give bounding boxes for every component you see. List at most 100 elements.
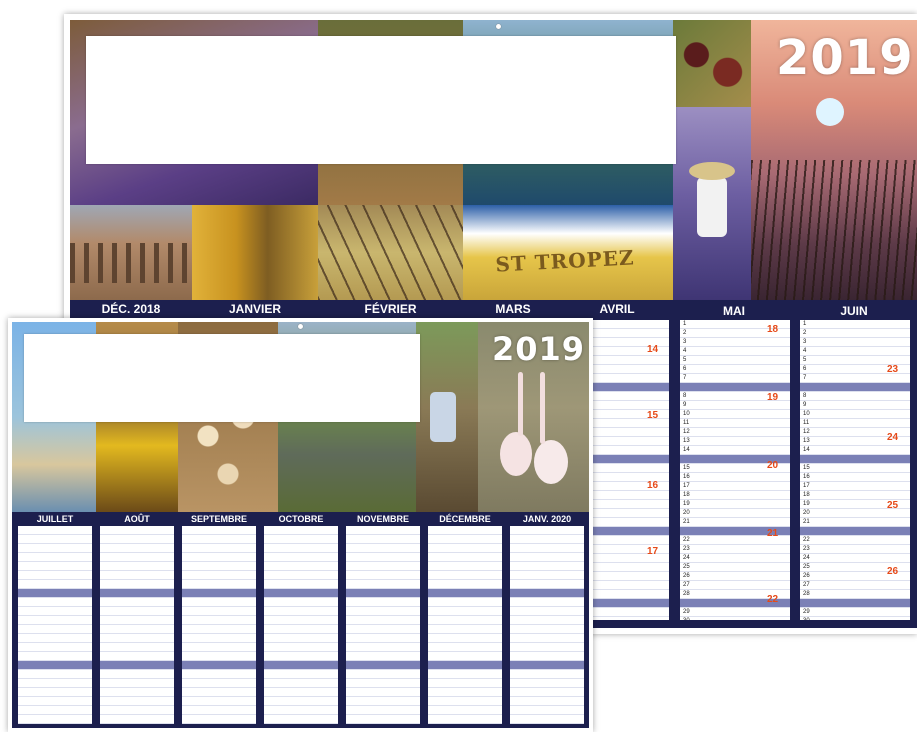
day-row xyxy=(264,535,338,544)
day-number: 10 xyxy=(803,411,810,417)
day-number: 8 xyxy=(683,393,687,399)
day-number: 17 xyxy=(803,483,810,489)
day-row xyxy=(182,670,256,679)
day-number: 18 xyxy=(683,492,690,498)
day-row xyxy=(346,616,420,625)
day-row xyxy=(428,580,502,589)
day-row xyxy=(346,643,420,652)
day-row xyxy=(346,697,420,706)
day-row: 7 xyxy=(800,374,910,383)
day-row xyxy=(346,607,420,616)
month-column-septembre xyxy=(182,526,256,724)
week-separator xyxy=(680,383,790,392)
day-row xyxy=(100,535,174,544)
week-separator xyxy=(593,527,669,536)
day-row xyxy=(18,706,92,715)
day-number: 10 xyxy=(683,411,690,417)
day-row xyxy=(593,428,669,437)
day-row xyxy=(428,652,502,661)
day-row xyxy=(264,571,338,580)
day-row xyxy=(346,715,420,724)
day-row xyxy=(510,697,584,706)
day-number: 5 xyxy=(803,357,807,363)
day-row xyxy=(428,706,502,715)
day-row: 4 xyxy=(680,347,790,356)
day-row: 17 xyxy=(800,482,910,491)
week-separator xyxy=(510,661,584,670)
hanging-hole xyxy=(298,324,303,329)
day-number: 4 xyxy=(683,348,687,354)
day-number: 21 xyxy=(803,519,810,525)
day-row xyxy=(182,688,256,697)
day-row: 14 xyxy=(680,446,790,455)
day-row: 3 xyxy=(680,338,790,347)
day-row xyxy=(182,634,256,643)
day-row xyxy=(100,652,174,661)
week-separator xyxy=(18,661,92,670)
week-number: 24 xyxy=(887,432,899,443)
day-row: 30 xyxy=(680,617,790,620)
day-number: 19 xyxy=(683,501,690,507)
day-row: 24 xyxy=(800,554,910,563)
day-number: 19 xyxy=(803,501,810,507)
day-row xyxy=(428,526,502,535)
day-number: 29 xyxy=(683,609,690,615)
day-row xyxy=(100,634,174,643)
day-row: 7 xyxy=(680,374,790,383)
day-number: 15 xyxy=(683,465,690,471)
day-row xyxy=(264,652,338,661)
day-row: 10 xyxy=(680,410,790,419)
month-column-juillet xyxy=(18,526,92,724)
day-row xyxy=(182,625,256,634)
day-number: 7 xyxy=(683,375,687,381)
day-row xyxy=(346,670,420,679)
day-row xyxy=(346,625,420,634)
month-header-fevrier: FÉVRIER xyxy=(364,302,417,316)
day-row xyxy=(182,562,256,571)
day-row xyxy=(428,634,502,643)
advertising-space-back xyxy=(86,36,676,164)
day-row xyxy=(100,679,174,688)
week-number: 18 xyxy=(767,324,779,335)
year-title-back: 2019 xyxy=(776,30,914,86)
day-row xyxy=(264,706,338,715)
week-separator xyxy=(100,661,174,670)
day-row xyxy=(182,616,256,625)
day-row xyxy=(18,553,92,562)
week-separator xyxy=(593,383,669,392)
week-separator xyxy=(100,589,174,598)
day-row xyxy=(428,697,502,706)
month-header-decembre: DÉCEMBRE xyxy=(439,514,491,524)
day-number: 29 xyxy=(803,609,810,615)
photo-vines-soil xyxy=(318,205,463,300)
day-number: 17 xyxy=(683,483,690,489)
day-row xyxy=(264,607,338,616)
day-row xyxy=(510,652,584,661)
day-number: 12 xyxy=(683,429,690,435)
day-row: 5 xyxy=(680,356,790,365)
day-row xyxy=(593,446,669,455)
day-number: 13 xyxy=(803,438,810,444)
day-row xyxy=(264,715,338,724)
day-row xyxy=(182,598,256,607)
day-row xyxy=(264,553,338,562)
day-row xyxy=(593,437,669,446)
day-row xyxy=(100,544,174,553)
day-row xyxy=(593,365,669,374)
day-number: 27 xyxy=(803,582,810,588)
month-column-decembre xyxy=(428,526,502,724)
week-number: 14 xyxy=(647,344,659,355)
day-row xyxy=(264,643,338,652)
day-row xyxy=(100,580,174,589)
day-number: 12 xyxy=(803,429,810,435)
day-row xyxy=(593,401,669,410)
day-row: 18 xyxy=(800,491,910,500)
day-row xyxy=(510,643,584,652)
day-number: 16 xyxy=(803,474,810,480)
day-number: 22 xyxy=(683,537,690,543)
week-number: 17 xyxy=(647,546,659,557)
day-row xyxy=(18,688,92,697)
month-header-avril: AVRIL xyxy=(599,302,635,316)
day-row xyxy=(346,562,420,571)
day-row xyxy=(346,535,420,544)
